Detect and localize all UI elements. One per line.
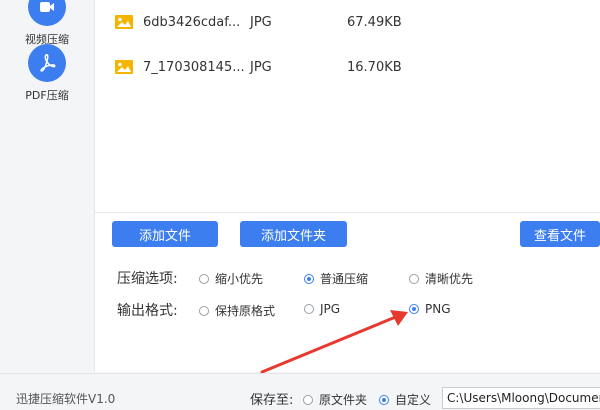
radio-custom-folder[interactable]: 自定义 bbox=[379, 391, 431, 408]
radio-label: 自定义 bbox=[395, 393, 432, 407]
main-panel: 6db3426cdaf... JPG 67.49KB 7_170308145..… bbox=[95, 0, 600, 372]
image-file-icon bbox=[115, 15, 133, 29]
sidebar-item-label: PDF压缩 bbox=[25, 89, 69, 102]
radio-clarity-first[interactable]: 清晰优先 bbox=[409, 270, 473, 287]
sidebar-item-pdf-compress[interactable]: PDF压缩 bbox=[0, 44, 94, 103]
sidebar-item-video-compress[interactable]: 视频压缩 bbox=[0, 0, 94, 47]
image-file-icon bbox=[115, 60, 133, 74]
add-file-button[interactable]: 添加文件 bbox=[112, 221, 218, 247]
radio-dot bbox=[304, 304, 314, 314]
file-type: JPG bbox=[250, 59, 272, 75]
radio-original-folder[interactable]: 原文件夹 bbox=[303, 391, 367, 408]
radio-label: 保持原格式 bbox=[215, 304, 276, 318]
radio-dot bbox=[409, 273, 419, 284]
status-bar: 迅捷压缩软件V1.0 保存至: 原文件夹 自定义 bbox=[0, 373, 600, 410]
radio-normal-compress[interactable]: 普通压缩 bbox=[304, 270, 368, 287]
radio-label: 清晰优先 bbox=[425, 272, 474, 286]
file-type: JPG bbox=[250, 14, 272, 30]
radio-label: JPG bbox=[320, 302, 341, 316]
video-icon bbox=[28, 0, 66, 26]
radio-dot bbox=[379, 394, 389, 405]
radio-keep-format[interactable]: 保持原格式 bbox=[199, 302, 275, 319]
save-to-label: 保存至: bbox=[250, 393, 294, 408]
file-name: 6db3426cdaf... bbox=[143, 14, 241, 30]
file-size: 67.49KB bbox=[347, 14, 402, 30]
file-size: 16.70KB bbox=[347, 59, 402, 75]
radio-dot bbox=[303, 394, 313, 405]
sidebar: 视频压缩 PDF压缩 bbox=[0, 0, 95, 372]
radio-label: PNG bbox=[425, 302, 451, 316]
radio-label: 原文件夹 bbox=[319, 393, 368, 407]
radio-jpg[interactable]: JPG bbox=[304, 302, 340, 316]
radio-shrink-first[interactable]: 缩小优先 bbox=[199, 270, 263, 287]
save-path-input[interactable] bbox=[442, 387, 600, 409]
app-version: 迅捷压缩软件V1.0 bbox=[16, 392, 116, 406]
radio-dot bbox=[409, 304, 419, 314]
file-list[interactable]: 6db3426cdaf... JPG 67.49KB 7_170308145..… bbox=[95, 0, 600, 213]
file-row[interactable]: 7_170308145... JPG 16.70KB bbox=[95, 45, 600, 89]
radio-png[interactable]: PNG bbox=[409, 302, 451, 316]
compress-options-label: 压缩选项: bbox=[117, 271, 178, 287]
output-format-label: 输出格式: bbox=[117, 303, 178, 319]
add-folder-button[interactable]: 添加文件夹 bbox=[240, 221, 347, 247]
radio-dot bbox=[199, 273, 209, 284]
view-file-button[interactable]: 查看文件 bbox=[520, 221, 600, 247]
radio-label: 普通压缩 bbox=[320, 272, 369, 286]
pdf-icon bbox=[28, 44, 66, 82]
radio-dot bbox=[199, 305, 209, 316]
radio-label: 缩小优先 bbox=[215, 272, 264, 286]
file-row[interactable]: 6db3426cdaf... JPG 67.49KB bbox=[95, 0, 600, 44]
radio-dot bbox=[304, 273, 314, 284]
file-name: 7_170308145... bbox=[143, 59, 245, 75]
